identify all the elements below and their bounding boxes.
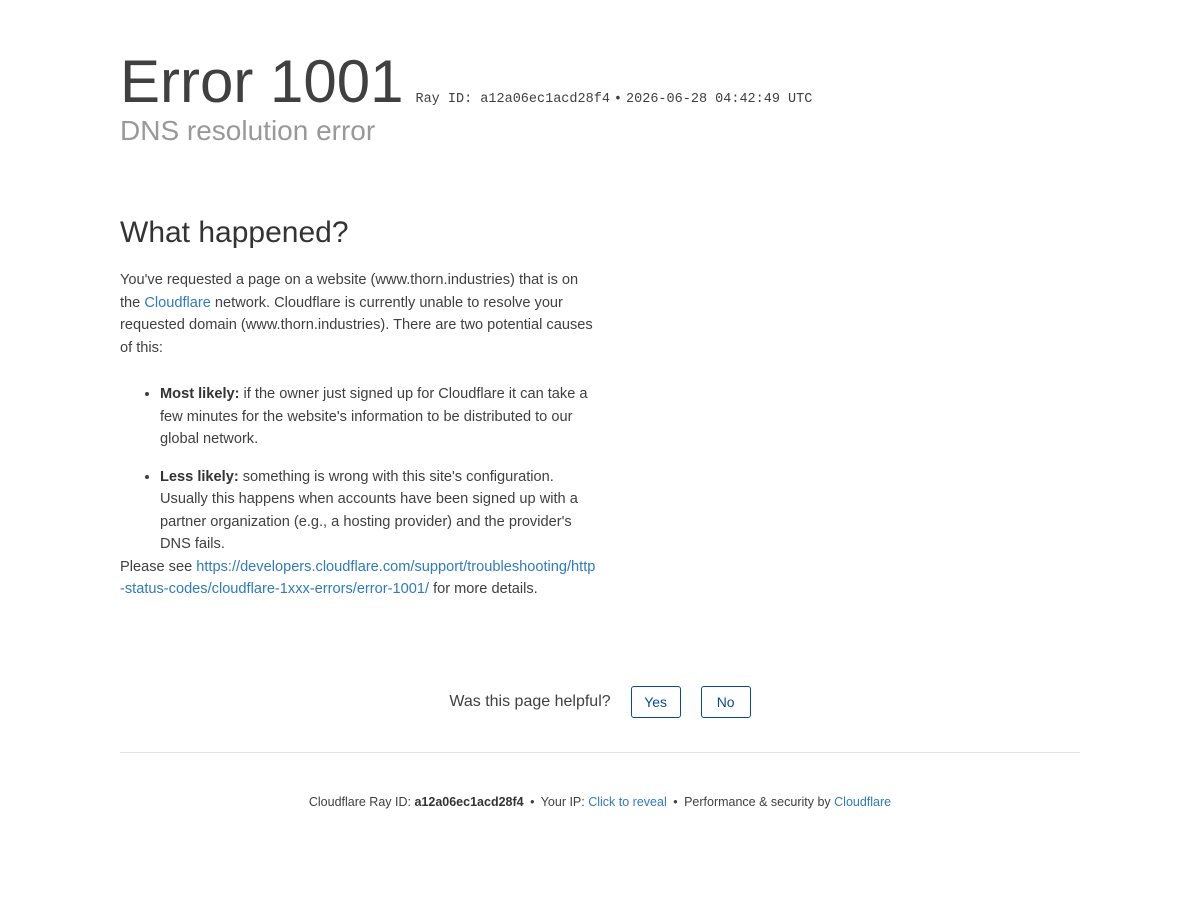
title-row: Error 1001 Ray ID: a12a06ec1acd28f4 • 2026… — [120, 48, 1080, 116]
cause-label: Less likely: — [160, 468, 239, 485]
bullet-separator: • — [613, 92, 623, 107]
error-code: Error 1001 — [120, 48, 404, 115]
feedback-question: Was this page helpful? — [449, 693, 611, 710]
error-subtitle: DNS resolution error — [120, 115, 376, 146]
causes-list: Most likely: if the owner just signed up… — [120, 383, 600, 556]
footer: Cloudflare Ray ID: a12a06ec1acd28f4 • Yo… — [0, 793, 1200, 811]
footer-ray-label: Cloudflare Ray ID: — [308, 795, 415, 809]
footer-ip-label: Your IP: — [540, 795, 589, 809]
please-see-paragraph: Please see https://developers.cloudflare… — [120, 556, 600, 601]
cloudflare-link[interactable]: Cloudflare — [144, 295, 211, 311]
footer-ray-id: a12a06ec1acd28f4 — [414, 795, 524, 809]
footer-perf-label: Performance & security by — [684, 795, 835, 809]
list-item: Less likely: something is wrong with thi… — [160, 466, 600, 556]
no-button[interactable]: No — [700, 686, 751, 718]
feedback-bar: Was this page helpful? Yes No — [0, 686, 1200, 718]
intro-paragraph: You've requested a page on a website (ww… — [120, 269, 600, 359]
cause-label: Most likely: — [160, 386, 240, 402]
ray-id-line: Ray ID: a12a06ec1acd28f4 • 2026-06-28 04:4… — [415, 92, 812, 107]
footer-separator: • — [530, 795, 535, 809]
error-page: Error 1001 Ray ID: a12a06ec1acd28f4 • 2026… — [0, 0, 1200, 900]
please-see-text: Please see — [120, 558, 197, 575]
reveal-ip-link[interactable]: Click to reveal — [588, 795, 667, 809]
timestamp: 2026-06-28 04:42:49 UTC — [626, 92, 813, 107]
footer-separator: • — [673, 795, 678, 809]
list-item: Most likely: if the owner just signed up… — [160, 383, 600, 451]
what-happened-section: What happened? You've requested a page o… — [120, 213, 600, 601]
footer-divider — [120, 752, 1080, 753]
yes-button[interactable]: Yes — [630, 686, 681, 718]
ray-id: Ray ID: a12a06ec1acd28f4 — [415, 92, 610, 107]
footer-cloudflare-link[interactable]: Cloudflare — [834, 795, 891, 809]
more-details-text: for more details. — [429, 581, 538, 597]
section-heading: What happened? — [120, 216, 349, 249]
error-header: Error 1001 Ray ID: a12a06ec1acd28f4 • 2026… — [120, 48, 1080, 148]
